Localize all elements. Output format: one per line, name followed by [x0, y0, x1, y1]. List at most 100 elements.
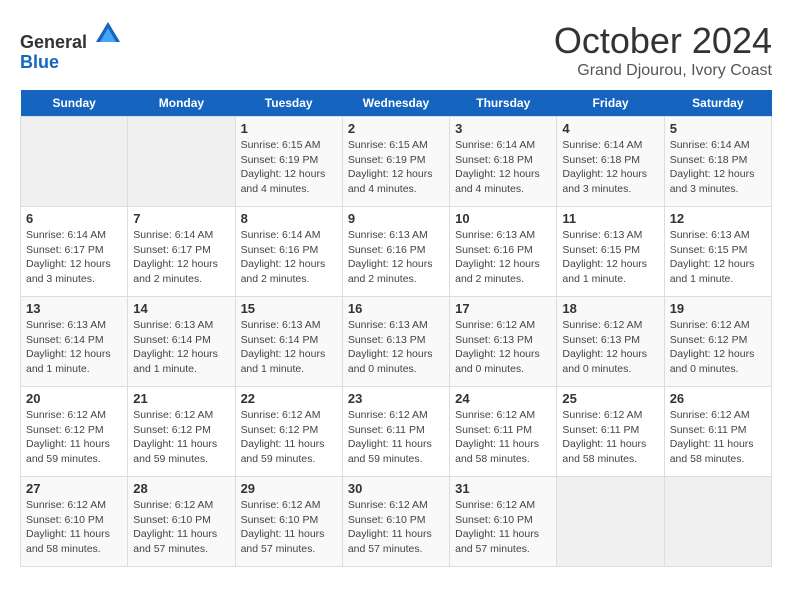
calendar-cell: 11Sunrise: 6:13 AM Sunset: 6:15 PM Dayli…	[557, 207, 664, 297]
calendar-cell: 12 Sunrise: 6:13 AM Sunset: 6:15 PM Dayli…	[664, 207, 771, 297]
calendar-cell: 6Sunrise: 6:14 AM Sunset: 6:17 PM Daylig…	[21, 207, 128, 297]
calendar-cell: 9 Sunrise: 6:13 AM Sunset: 6:16 PM Daylig…	[342, 207, 449, 297]
date-number: 18	[562, 301, 658, 316]
cell-info: Sunrise: 6:12 AM Sunset: 6:10 PM Dayligh…	[241, 498, 337, 557]
cell-info: Sunrise: 6:15 AM Sunset: 6:19 PM Dayligh…	[241, 138, 337, 197]
location-title: Grand Djourou, Ivory Coast	[554, 62, 772, 80]
cell-info: Sunrise: 6:12 AM Sunset: 6:10 PM Dayligh…	[26, 498, 122, 557]
week-row-1: 1 Sunrise: 6:15 AM Sunset: 6:19 PM Daylig…	[21, 117, 772, 207]
cell-info: Sunrise: 6:12 AM Sunset: 6:10 PM Dayligh…	[348, 498, 444, 557]
cell-info: Sunrise: 6:14 AM Sunset: 6:18 PM Dayligh…	[562, 138, 658, 197]
cell-info: Sunrise: 6:13 AM Sunset: 6:14 PM Dayligh…	[241, 318, 337, 377]
cell-info: Sunrise: 6:13 AM Sunset: 6:16 PM Dayligh…	[348, 228, 444, 287]
date-number: 14	[133, 301, 229, 316]
title-section: October 2024 Grand Djourou, Ivory Coast	[554, 20, 772, 80]
header-thursday: Thursday	[450, 90, 557, 117]
page-header: General Blue October 2024 Grand Djourou,…	[20, 20, 772, 80]
cell-info: Sunrise: 6:12 AM Sunset: 6:13 PM Dayligh…	[562, 318, 658, 377]
cell-info: Sunrise: 6:15 AM Sunset: 6:19 PM Dayligh…	[348, 138, 444, 197]
date-number: 28	[133, 481, 229, 496]
cell-info: Sunrise: 6:13 AM Sunset: 6:13 PM Dayligh…	[348, 318, 444, 377]
calendar-cell: 2Sunrise: 6:15 AM Sunset: 6:19 PM Daylig…	[342, 117, 449, 207]
calendar-cell: 24Sunrise: 6:12 AM Sunset: 6:11 PM Dayli…	[450, 387, 557, 477]
date-number: 23	[348, 391, 444, 406]
days-header-row: Sunday Monday Tuesday Wednesday Thursday…	[21, 90, 772, 117]
date-number: 21	[133, 391, 229, 406]
cell-info: Sunrise: 6:12 AM Sunset: 6:12 PM Dayligh…	[241, 408, 337, 467]
calendar-cell: 15 Sunrise: 6:13 AM Sunset: 6:14 PM Dayli…	[235, 297, 342, 387]
calendar-table: Sunday Monday Tuesday Wednesday Thursday…	[20, 90, 772, 567]
calendar-body: 1 Sunrise: 6:15 AM Sunset: 6:19 PM Daylig…	[21, 117, 772, 567]
calendar-cell: 14 Sunrise: 6:13 AM Sunset: 6:14 PM Dayli…	[128, 297, 235, 387]
calendar-cell: 28 Sunrise: 6:12 AM Sunset: 6:10 PM Dayli…	[128, 477, 235, 567]
calendar-cell: 8Sunrise: 6:14 AM Sunset: 6:16 PM Daylig…	[235, 207, 342, 297]
date-number: 31	[455, 481, 551, 496]
calendar-cell: 4 Sunrise: 6:14 AM Sunset: 6:18 PM Daylig…	[557, 117, 664, 207]
calendar-cell	[21, 117, 128, 207]
date-number: 24	[455, 391, 551, 406]
week-row-3: 13 Sunrise: 6:13 AM Sunset: 6:14 PM Dayli…	[21, 297, 772, 387]
date-number: 26	[670, 391, 766, 406]
cell-info: Sunrise: 6:13 AM Sunset: 6:14 PM Dayligh…	[133, 318, 229, 377]
date-number: 19	[670, 301, 766, 316]
date-number: 30	[348, 481, 444, 496]
calendar-cell: 18 Sunrise: 6:12 AM Sunset: 6:13 PM Dayli…	[557, 297, 664, 387]
calendar-cell: 17Sunrise: 6:12 AM Sunset: 6:13 PM Dayli…	[450, 297, 557, 387]
calendar-cell: 7 Sunrise: 6:14 AM Sunset: 6:17 PM Daylig…	[128, 207, 235, 297]
date-number: 11	[562, 211, 658, 226]
header-friday: Friday	[557, 90, 664, 117]
header-saturday: Saturday	[664, 90, 771, 117]
header-monday: Monday	[128, 90, 235, 117]
calendar-cell: 26 Sunrise: 6:12 AM Sunset: 6:11 PM Dayli…	[664, 387, 771, 477]
cell-info: Sunrise: 6:13 AM Sunset: 6:15 PM Dayligh…	[670, 228, 766, 287]
date-number: 3	[455, 121, 551, 136]
cell-info: Sunrise: 6:14 AM Sunset: 6:17 PM Dayligh…	[26, 228, 122, 287]
header-wednesday: Wednesday	[342, 90, 449, 117]
cell-info: Sunrise: 6:12 AM Sunset: 6:11 PM Dayligh…	[562, 408, 658, 467]
calendar-cell: 19 Sunrise: 6:12 AM Sunset: 6:12 PM Dayli…	[664, 297, 771, 387]
calendar-cell: 31Sunrise: 6:12 AM Sunset: 6:10 PM Dayli…	[450, 477, 557, 567]
cell-info: Sunrise: 6:12 AM Sunset: 6:12 PM Dayligh…	[26, 408, 122, 467]
calendar-cell: 13 Sunrise: 6:13 AM Sunset: 6:14 PM Dayli…	[21, 297, 128, 387]
date-number: 22	[241, 391, 337, 406]
calendar-cell: 16 Sunrise: 6:13 AM Sunset: 6:13 PM Dayli…	[342, 297, 449, 387]
date-number: 12	[670, 211, 766, 226]
cell-info: Sunrise: 6:12 AM Sunset: 6:12 PM Dayligh…	[133, 408, 229, 467]
date-number: 4	[562, 121, 658, 136]
calendar-cell: 23 Sunrise: 6:12 AM Sunset: 6:11 PM Dayli…	[342, 387, 449, 477]
calendar-cell: 21 Sunrise: 6:12 AM Sunset: 6:12 PM Dayli…	[128, 387, 235, 477]
date-number: 9	[348, 211, 444, 226]
calendar-cell: 27Sunrise: 6:12 AM Sunset: 6:10 PM Dayli…	[21, 477, 128, 567]
date-number: 15	[241, 301, 337, 316]
cell-info: Sunrise: 6:13 AM Sunset: 6:14 PM Dayligh…	[26, 318, 122, 377]
cell-info: Sunrise: 6:14 AM Sunset: 6:18 PM Dayligh…	[455, 138, 551, 197]
header-sunday: Sunday	[21, 90, 128, 117]
logo-icon	[94, 20, 122, 48]
calendar-cell: 22 Sunrise: 6:12 AM Sunset: 6:12 PM Dayli…	[235, 387, 342, 477]
date-number: 17	[455, 301, 551, 316]
date-number: 13	[26, 301, 122, 316]
cell-info: Sunrise: 6:14 AM Sunset: 6:18 PM Dayligh…	[670, 138, 766, 197]
cell-info: Sunrise: 6:12 AM Sunset: 6:11 PM Dayligh…	[348, 408, 444, 467]
calendar-cell	[557, 477, 664, 567]
calendar-cell: 30 Sunrise: 6:12 AM Sunset: 6:10 PM Dayli…	[342, 477, 449, 567]
calendar-cell: 10Sunrise: 6:13 AM Sunset: 6:16 PM Dayli…	[450, 207, 557, 297]
week-row-4: 20Sunrise: 6:12 AM Sunset: 6:12 PM Dayli…	[21, 387, 772, 477]
calendar-cell: 20Sunrise: 6:12 AM Sunset: 6:12 PM Dayli…	[21, 387, 128, 477]
date-number: 29	[241, 481, 337, 496]
date-number: 1	[241, 121, 337, 136]
week-row-2: 6Sunrise: 6:14 AM Sunset: 6:17 PM Daylig…	[21, 207, 772, 297]
cell-info: Sunrise: 6:14 AM Sunset: 6:17 PM Dayligh…	[133, 228, 229, 287]
cell-info: Sunrise: 6:12 AM Sunset: 6:11 PM Dayligh…	[670, 408, 766, 467]
calendar-cell: 3 Sunrise: 6:14 AM Sunset: 6:18 PM Daylig…	[450, 117, 557, 207]
header-tuesday: Tuesday	[235, 90, 342, 117]
date-number: 25	[562, 391, 658, 406]
calendar-cell	[664, 477, 771, 567]
cell-info: Sunrise: 6:12 AM Sunset: 6:10 PM Dayligh…	[133, 498, 229, 557]
logo-text: General	[20, 20, 122, 53]
calendar-cell: 1 Sunrise: 6:15 AM Sunset: 6:19 PM Daylig…	[235, 117, 342, 207]
date-number: 16	[348, 301, 444, 316]
logo-blue-text: Blue	[20, 53, 122, 73]
date-number: 7	[133, 211, 229, 226]
cell-info: Sunrise: 6:12 AM Sunset: 6:12 PM Dayligh…	[670, 318, 766, 377]
